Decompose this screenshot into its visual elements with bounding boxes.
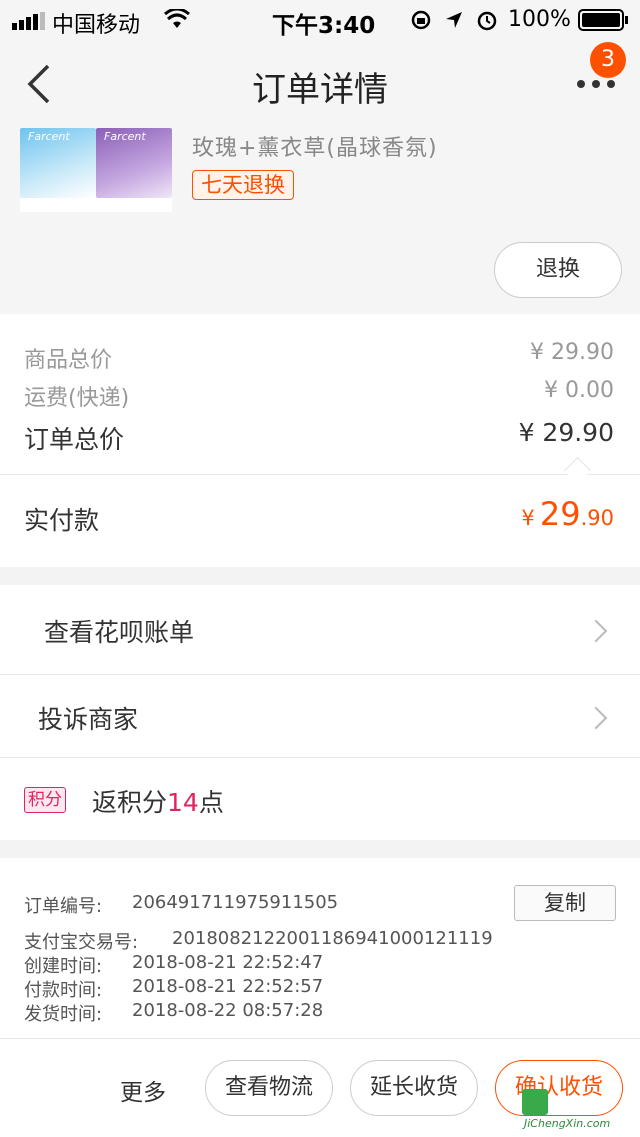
paid-integer: 29 [539, 495, 581, 533]
nav-bar: 订单详情 3 [0, 40, 640, 128]
items-total-value: ¥ 29.90 [530, 340, 614, 365]
package-blue-image: Farcent [20, 128, 96, 198]
complain-merchant-label: 投诉商家 [38, 705, 139, 734]
alarm-icon [477, 11, 497, 31]
huabei-bill-label: 查看花呗账单 [44, 618, 195, 647]
paid-decimal: .90 [580, 506, 614, 530]
refund-button[interactable]: 退换 [494, 242, 622, 298]
price-summary: 商品总价 ¥ 29.90 运费(快递) ¥ 0.00 订单总价 ¥ 29.90 [0, 314, 640, 484]
confirm-receipt-button[interactable]: 确认收货 [495, 1060, 623, 1116]
paid-currency: ¥ [521, 506, 535, 530]
battery-icon [578, 9, 628, 31]
copy-button[interactable]: 复制 [514, 885, 616, 921]
paid-amount-section: 实付款 ¥ 29.90 [0, 475, 640, 567]
seven-day-return-tag: 七天退换 [192, 170, 294, 200]
alipay-trade-label: 支付宝交易号: [24, 932, 139, 953]
chevron-right-icon [584, 706, 608, 730]
signal-icon [12, 12, 45, 30]
product-image[interactable]: Farcent Farcent [20, 128, 172, 212]
points-count: 14 [167, 788, 199, 817]
watermark-logo [522, 1089, 548, 1115]
shipping-value: ¥ 0.00 [544, 378, 614, 403]
brand-logo: Farcent [104, 130, 146, 143]
carrier-name: 中国移动 [52, 13, 141, 38]
product-variant: 玫瑰+薰衣草(晶球香氛) [192, 136, 438, 161]
wifi-icon [164, 9, 190, 28]
location-icon [446, 12, 462, 28]
battery-percent: 100% [508, 7, 571, 32]
status-time: 下午3:40 [272, 13, 376, 39]
shipping-label: 运费(快递) [24, 386, 130, 411]
paid-label: 实付款 [24, 506, 100, 535]
notification-badge: 3 [590, 42, 626, 78]
created-time: 2018-08-21 22:52:47 [132, 952, 324, 973]
paid-time-label: 付款时间: [24, 980, 103, 1001]
points-unit: 点 [198, 788, 224, 817]
complain-merchant-row[interactable]: 投诉商家 [0, 675, 640, 757]
items-total-label: 商品总价 [24, 348, 113, 373]
points-row: 积分 返积分14点 [0, 758, 640, 840]
order-total-value: ¥ 29.90 [518, 418, 614, 447]
order-number: 206491711975911505 [132, 892, 339, 913]
order-info: 订单编号: 206491711975911505 复制 支付宝交易号: 2018… [0, 858, 640, 1038]
huabei-bill-row[interactable]: 查看花呗账单 [0, 585, 640, 674]
points-label: 返积分 [92, 788, 168, 817]
more-dots-icon[interactable] [576, 78, 616, 90]
product-card[interactable]: Farcent Farcent 玫瑰+薰衣草(晶球香氛) 七天退换 退换 [0, 128, 640, 314]
view-logistics-button[interactable]: 查看物流 [205, 1060, 333, 1116]
status-bar: 中国移动 下午3:40 100% [0, 0, 640, 40]
alipay-trade-number: 2018082122001186941000121119 [172, 928, 493, 949]
order-total-label: 订单总价 [24, 425, 125, 454]
package-purple-image: Farcent [96, 128, 172, 198]
chevron-right-icon [584, 619, 608, 643]
extend-receipt-button[interactable]: 延长收货 [350, 1060, 478, 1116]
watermark-text: JiChengXin.com [524, 1117, 611, 1130]
shipped-time: 2018-08-22 08:57:28 [132, 1000, 324, 1021]
shipped-time-label: 发货时间: [24, 1004, 103, 1025]
rotation-lock-icon [411, 10, 431, 30]
points-badge: 积分 [24, 787, 66, 813]
more-button[interactable]: 更多 [120, 1073, 166, 1107]
page-title: 订单详情 [252, 70, 388, 110]
points-text: 返积分14点 [92, 783, 224, 819]
paid-amount: ¥ 29.90 [521, 495, 614, 533]
bottom-action-bar: 更多 查看物流 延长收货 确认收货 JiChengXin.com [0, 1038, 640, 1137]
created-time-label: 创建时间: [24, 956, 103, 977]
order-number-label: 订单编号: [24, 896, 103, 917]
brand-logo: Farcent [28, 130, 70, 143]
paid-time: 2018-08-21 22:52:57 [132, 976, 324, 997]
